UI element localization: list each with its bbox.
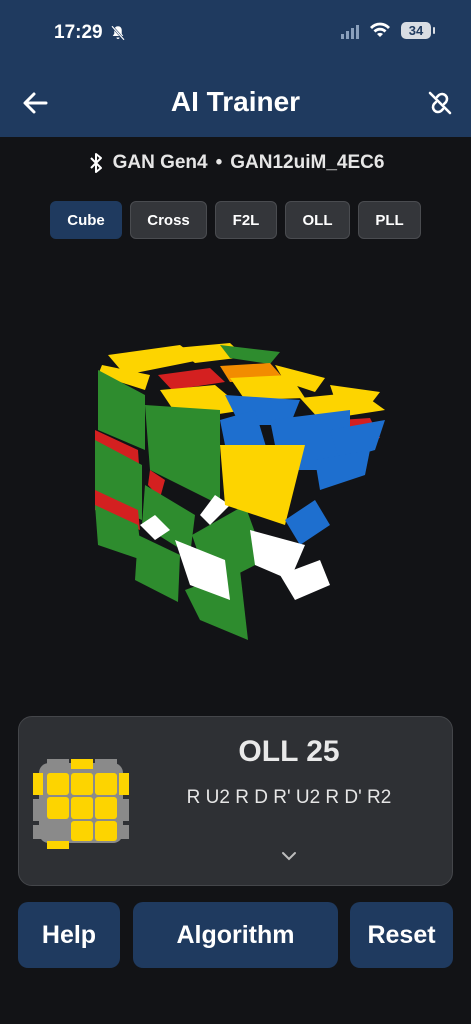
chevron-down-icon[interactable] bbox=[279, 849, 299, 863]
app-bar: AI Trainer bbox=[0, 70, 471, 137]
cell-signal-icon bbox=[341, 23, 359, 39]
case-algorithm: R U2 R D R' U2 R D' R2 bbox=[186, 787, 392, 808]
device-info: GAN Gen4 • GAN12uiM_4EC6 bbox=[0, 152, 471, 174]
tab-f2l[interactable]: F2L bbox=[215, 201, 277, 239]
battery-icon: 34 bbox=[401, 22, 435, 39]
bluetooth-icon bbox=[89, 153, 102, 173]
battery-level: 34 bbox=[408, 23, 424, 38]
status-right: 34 bbox=[341, 22, 435, 39]
wifi-icon bbox=[370, 22, 390, 37]
mode-tabs: Cube Cross F2L OLL PLL bbox=[50, 201, 421, 239]
device-separator: • bbox=[215, 152, 223, 173]
oll-case-diagram bbox=[33, 759, 129, 849]
tab-cube[interactable]: Cube bbox=[50, 201, 122, 239]
page-title: AI Trainer bbox=[170, 86, 301, 117]
time-text: 17:29 bbox=[54, 22, 103, 43]
status-time: 17:29 bbox=[54, 22, 127, 44]
case-panel: OLL 25 R U2 R D R' U2 R D' R2 bbox=[18, 716, 453, 886]
case-name: OLL 25 bbox=[238, 735, 340, 768]
help-button[interactable]: Help bbox=[18, 902, 120, 968]
reset-button[interactable]: Reset bbox=[350, 902, 453, 968]
algorithm-button[interactable]: Algorithm bbox=[133, 902, 338, 968]
tab-cross[interactable]: Cross bbox=[130, 201, 207, 239]
tab-oll[interactable]: OLL bbox=[285, 201, 350, 239]
disconnect-link-icon[interactable] bbox=[425, 88, 455, 118]
tab-pll[interactable]: PLL bbox=[358, 201, 421, 239]
device-id: GAN12uiM_4EC6 bbox=[230, 152, 385, 173]
device-name: GAN Gen4 bbox=[112, 152, 208, 173]
bell-muted-icon bbox=[110, 25, 125, 41]
cube-3d-view[interactable] bbox=[80, 330, 400, 660]
status-bar: 17:29 34 bbox=[0, 0, 471, 70]
